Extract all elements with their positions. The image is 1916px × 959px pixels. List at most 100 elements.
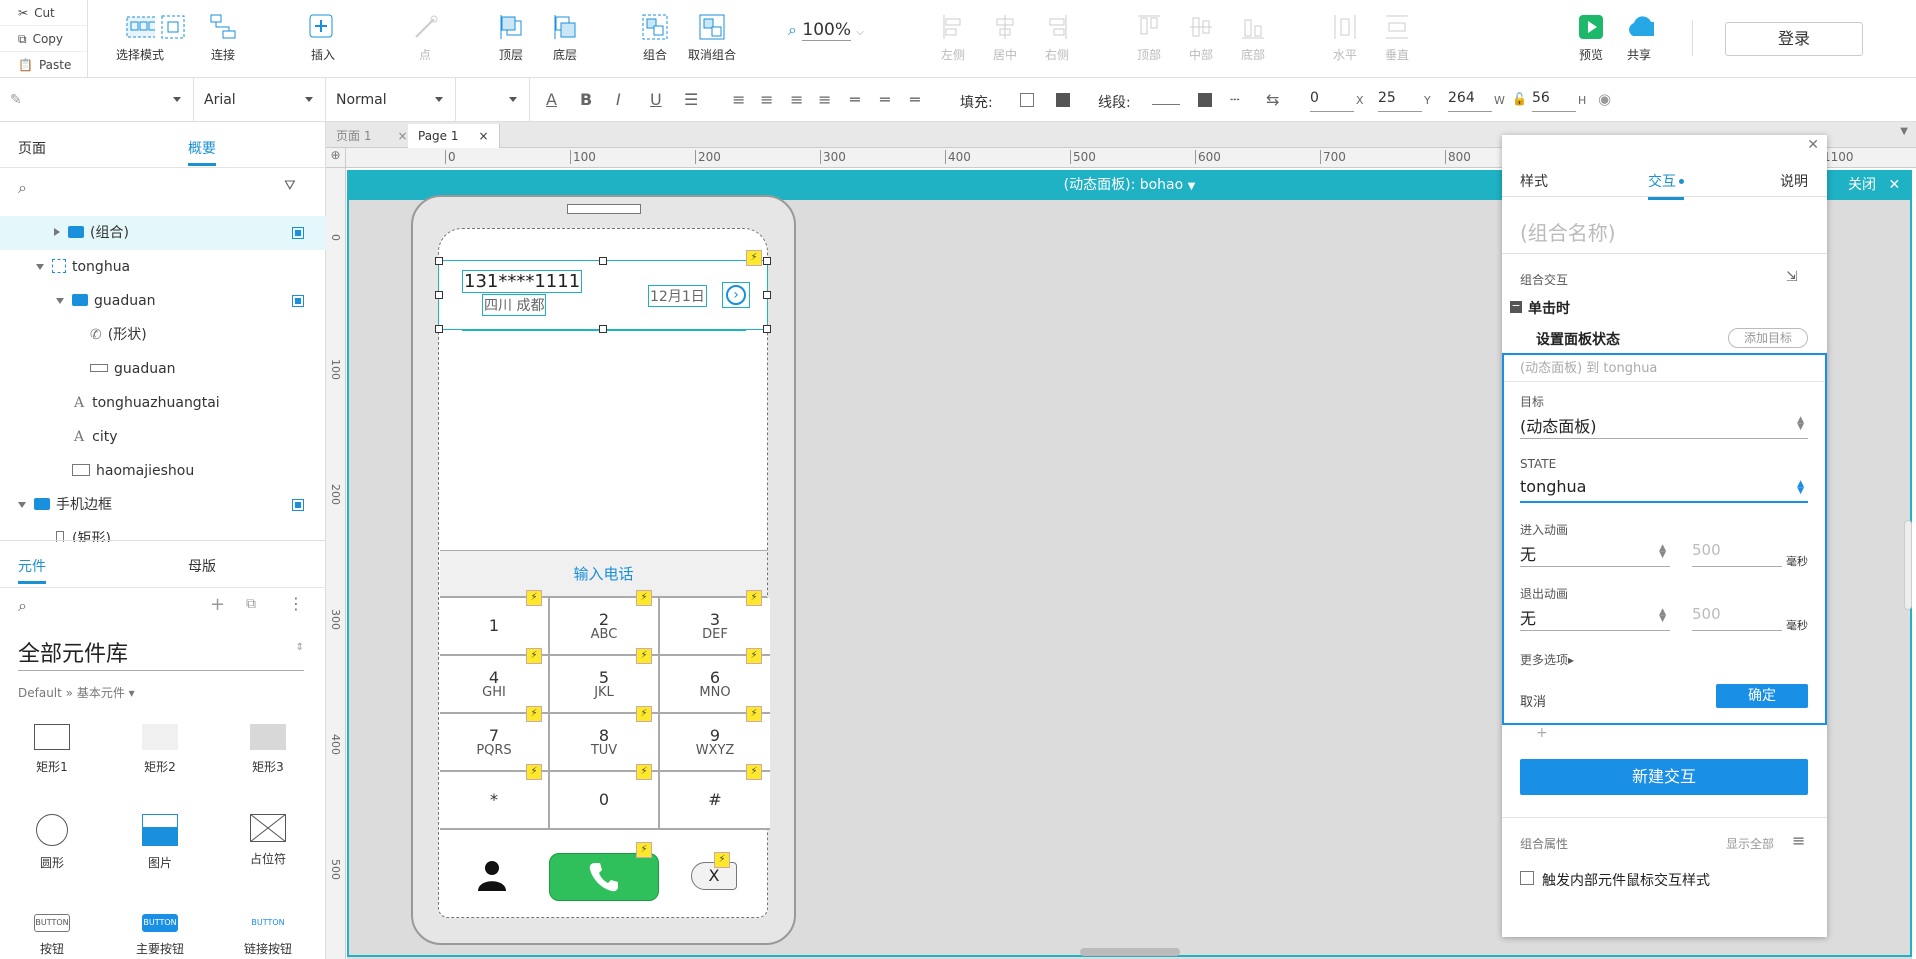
login-button[interactable]: 登录 [1725,22,1863,56]
tree-item-tonghua[interactable]: tonghua [0,250,326,284]
close-panel-button[interactable]: 关闭 ✕ [1832,170,1912,200]
menu-icon[interactable]: ≡ [1792,831,1805,850]
expand-icon[interactable] [54,228,60,236]
widget-placeholder[interactable]: 占位符 [228,813,308,867]
visibility-toggle[interactable] [292,499,304,511]
valign-top-icon[interactable]: ═ [850,90,860,109]
horizontal-scrollbar[interactable] [1080,948,1180,956]
more-icon[interactable]: ⋮ [288,594,304,613]
height-input[interactable]: 56 [1532,90,1576,112]
font-weight-select[interactable]: Normal [326,78,456,122]
enter-animation-select[interactable]: 无 ▲ ▼ [1520,541,1670,567]
x-input[interactable]: 0 [1310,90,1354,112]
font-color-icon[interactable]: A [546,90,557,109]
style-select[interactable]: ✎ [0,78,194,122]
widget-rect2[interactable]: 矩形2 [120,724,200,775]
align-center-button[interactable]: 居中 [990,12,1020,63]
font-size-select[interactable] [456,78,530,122]
tree-item-rect[interactable]: (矩形) [0,522,326,542]
tree-item-guaduan-folder[interactable]: guaduan [0,284,326,318]
zoom-select[interactable]: ⌕ 100% ⌵ [788,20,864,41]
resize-handle[interactable] [763,291,771,299]
bottom-layer-button[interactable]: 底层 [550,12,580,63]
widget-circle[interactable]: 圆形 [12,814,92,871]
tree-item-guaduan[interactable]: guaduan [0,352,326,386]
justify-icon[interactable]: ≡ [818,90,831,109]
top-layer-button[interactable]: 顶层 [496,12,526,63]
filter-icon[interactable]: ⛛ [284,178,296,194]
align-text-right-icon[interactable]: ≡ [790,90,803,109]
expand-cursor-icon[interactable]: ⇲ [1786,269,1798,285]
collapse-icon[interactable]: − [1510,300,1522,313]
tab-outline[interactable]: 概要 [188,138,216,166]
align-text-left-icon[interactable]: ≡ [732,90,745,109]
visibility-toggle[interactable] [292,295,304,307]
preview-button[interactable]: 预览 [1576,12,1606,63]
insert-button[interactable]: 插入 [308,12,338,63]
detail-button[interactable]: › [722,282,750,308]
widget-rect3[interactable]: 矩形3 [228,724,308,775]
chevron-down-icon[interactable]: ▼ [1900,126,1908,137]
set-panel-state-action[interactable]: 设置面板状态 [1536,329,1620,349]
exit-duration-input[interactable]: 500 [1692,605,1782,631]
group-button[interactable]: 组合 [640,12,670,63]
search-icon[interactable]: ⌕ [18,596,27,616]
contacts-button[interactable] [475,858,509,896]
valign-middle-icon[interactable]: ═ [880,90,890,109]
stroke-fill-swatch[interactable] [1198,93,1212,107]
library-path[interactable]: Default » 基本元件 ▾ [18,684,135,701]
visibility-toggle[interactable] [292,227,304,239]
select-contained-button[interactable] [158,12,185,46]
group-name-input[interactable]: (组合名称) [1520,217,1616,246]
widget-rect1[interactable]: 矩形1 [12,724,92,775]
tree-item-city[interactable]: Acity [0,420,326,454]
tree-item-haomajieshou[interactable]: haomajieshou [0,454,326,488]
widget-link-button[interactable]: BUTTON 链接按钮 [228,914,308,957]
stroke-pattern-icon[interactable]: ┄ [1230,90,1240,109]
key-hash[interactable]: # [660,772,770,830]
lock-icon[interactable]: 🔓 [1512,92,1527,106]
align-middle-button[interactable]: 中部 [1186,12,1216,63]
select-mode-button[interactable]: 选择模式 [116,12,164,63]
font-select[interactable]: Arial [194,78,326,122]
fill-color-swatch[interactable] [1020,93,1034,107]
close-icon[interactable]: × [479,129,489,143]
align-left-button[interactable]: 左侧 [938,12,968,63]
ok-button[interactable]: 确定 [1716,684,1808,708]
stroke-color-swatch[interactable] [1152,104,1180,105]
tree-item-shape[interactable]: ✆ (形状) [0,318,326,352]
vertical-scrollbar[interactable] [1904,520,1912,610]
call-button[interactable] [549,853,659,901]
library-icon[interactable]: ⧉ [246,596,256,612]
point-button[interactable]: 点 [410,12,440,63]
widget-primary-button[interactable]: BUTTON 主要按钮 [120,914,200,957]
tab-interactions[interactable]: 交互 [1648,171,1684,200]
copy-button[interactable]: ⧉ Copy [0,26,87,52]
enter-duration-input[interactable]: 500 [1692,541,1782,567]
align-bottom-button[interactable]: 底部 [1238,12,1268,63]
italic-icon[interactable]: I [616,90,621,109]
bold-icon[interactable]: B [580,90,592,109]
library-select[interactable]: 全部元件库 ⇕ [18,636,304,671]
cut-button[interactable]: ✂ Cut [0,0,87,26]
new-interaction-button[interactable]: 新建交互 [1520,759,1808,795]
tab-page-1[interactable]: Page 1 × [408,124,500,148]
resize-handle[interactable] [599,325,607,333]
collapse-icon[interactable] [36,264,44,270]
add-icon[interactable]: + [210,594,225,615]
key-star[interactable]: * [440,772,550,830]
widget-button[interactable]: BUTTON 按钮 [12,914,92,957]
arrow-style-icon[interactable]: ⇆ [1266,90,1279,109]
distribute-horizontal-button[interactable]: 水平 [1330,12,1360,63]
distribute-vertical-button[interactable]: 垂直 [1382,12,1412,63]
widget-image[interactable]: 图片 [120,814,200,871]
connect-button[interactable]: 连接 [208,12,238,63]
add-target-button[interactable]: 添加目标 [1728,328,1808,348]
bullet-list-icon[interactable]: ☰ [684,90,698,109]
tab-style[interactable]: 样式 [1520,171,1548,191]
align-right-button[interactable]: 右侧 [1042,12,1072,63]
resize-handle[interactable] [435,257,443,265]
tab-pages[interactable]: 页面 [18,138,46,158]
underline-icon[interactable]: U [650,90,662,109]
collapse-icon[interactable] [56,298,64,304]
